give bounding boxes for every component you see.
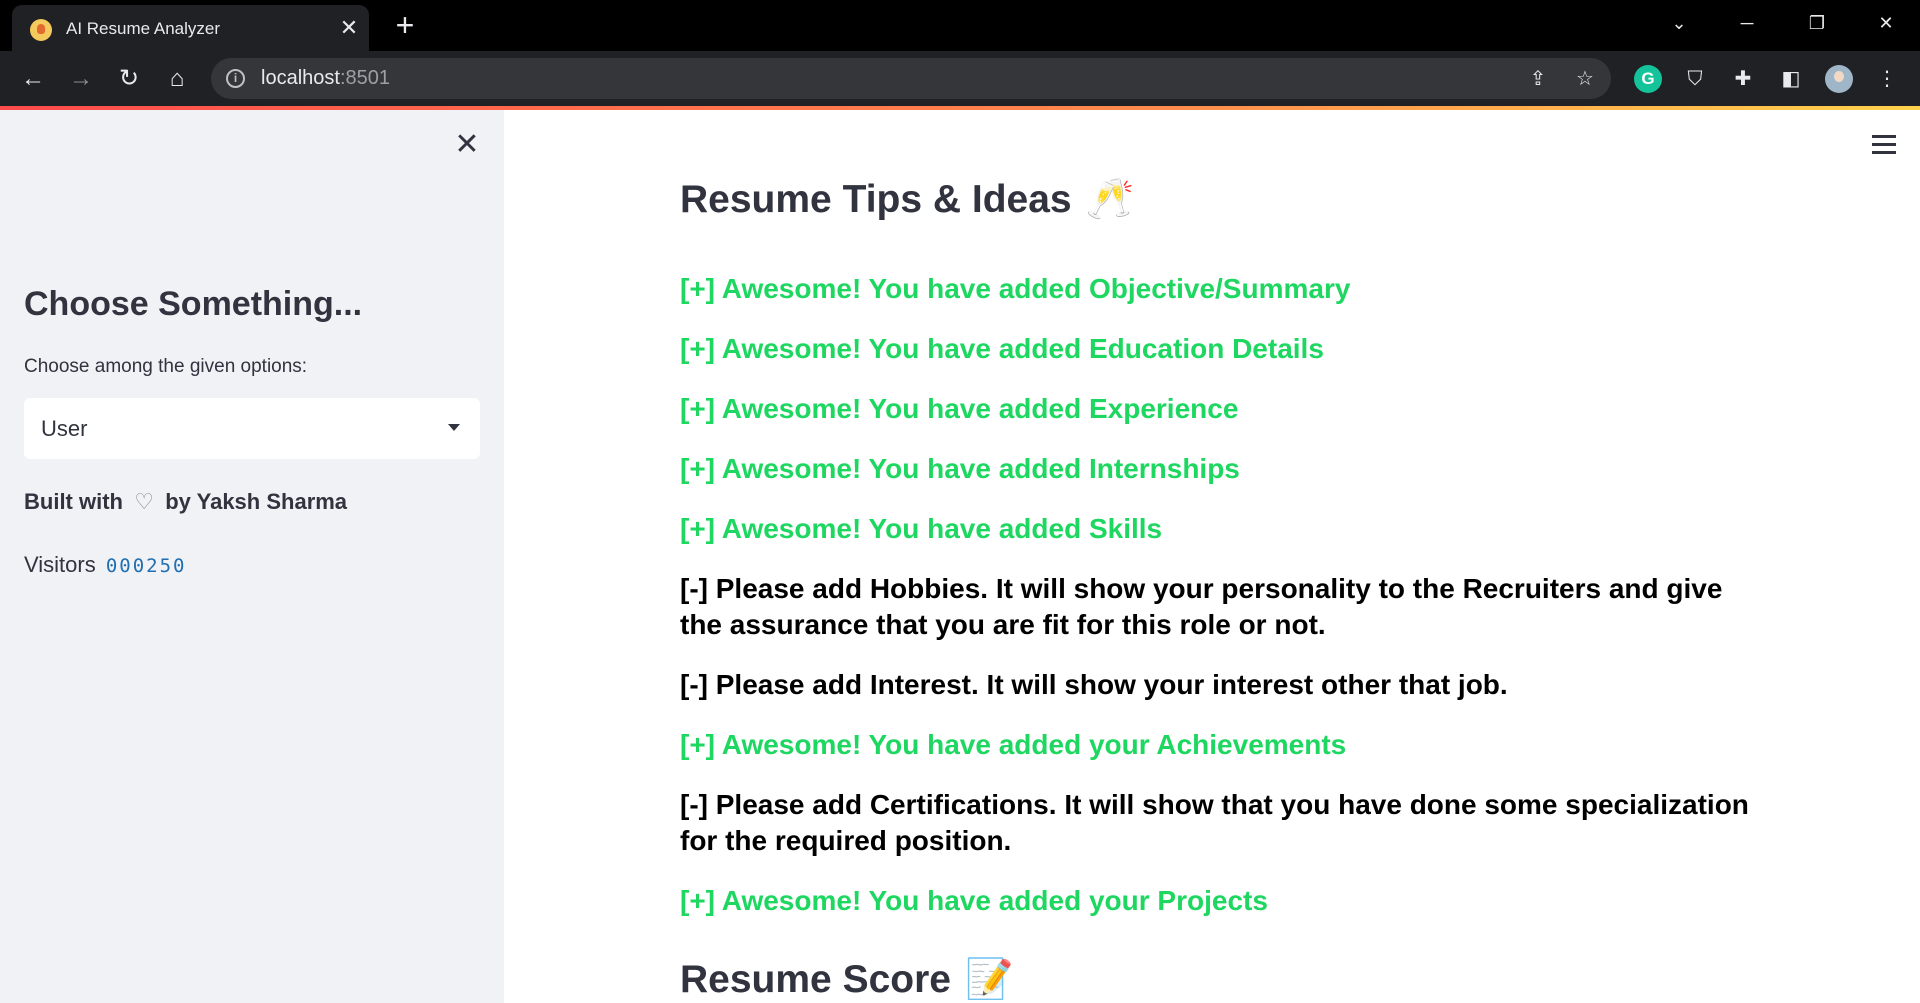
tip-item: [+] Awesome! You have added Experience — [680, 393, 1239, 424]
chevron-down-icon[interactable] — [448, 424, 460, 431]
tab-title: AI Resume Analyzer — [66, 19, 221, 38]
hamburger-menu-icon[interactable] — [1872, 135, 1896, 155]
kebab-menu-icon[interactable]: ⋮ — [1873, 65, 1901, 93]
close-tab-icon[interactable]: ✕ — [337, 16, 361, 40]
tip-item: [-] Please add Certifications. It will s… — [680, 789, 1749, 856]
champagne-icon: 🥂 — [1085, 178, 1135, 221]
close-sidebar-icon[interactable]: ✕ — [452, 130, 482, 160]
profile-avatar[interactable] — [1825, 65, 1853, 93]
tab-search-icon[interactable]: ⌄ — [1659, 8, 1699, 38]
visitor-counter: Visitors 000250 — [24, 552, 187, 578]
grammarly-extension-icon[interactable]: G — [1634, 65, 1662, 93]
restore-icon[interactable]: ❐ — [1797, 8, 1837, 38]
visitors-label: Visitors — [24, 552, 96, 577]
back-icon[interactable]: ← — [16, 62, 50, 96]
forward-icon[interactable]: → — [64, 62, 98, 96]
side-panel-icon[interactable]: ◧ — [1777, 65, 1805, 93]
tip-item: [+] Awesome! You have added your Project… — [680, 885, 1268, 916]
sidebar-heading: Choose Something... — [24, 285, 363, 323]
new-tab-icon[interactable]: + — [390, 9, 420, 41]
tip-item: [-] Please add Interest. It will show yo… — [680, 669, 1508, 700]
built-with-credit: Built with ♡ by Yaksh Sharma — [24, 489, 347, 515]
minimize-icon[interactable]: ─ — [1727, 8, 1767, 38]
built-with-author: by Yaksh Sharma — [165, 489, 348, 514]
sidebar: ✕ Choose Something... Choose among the g… — [0, 110, 504, 1003]
tip-item: [-] Please add Hobbies. It will show you… — [680, 573, 1723, 640]
url-text[interactable]: localhost:8501 — [261, 67, 390, 90]
address-bar[interactable]: i localhost:8501 ⇪ ☆ — [211, 58, 1611, 99]
share-icon[interactable]: ⇪ — [1525, 66, 1551, 92]
heart-icon: ♡ — [134, 489, 154, 514]
tip-item: [+] Awesome! You have added your Achieve… — [680, 729, 1347, 760]
tip-item: [+] Awesome! You have added Objective/Su… — [680, 273, 1351, 304]
browser-tab-bar: AI Resume Analyzer ✕ + ⌄ ─ ❐ ✕ — [0, 0, 1920, 51]
tip-item: [+] Awesome! You have added Internships — [680, 453, 1240, 484]
extensions-puzzle-icon[interactable]: ✚ — [1729, 65, 1757, 93]
browser-tab[interactable]: AI Resume Analyzer ✕ — [12, 5, 369, 51]
site-info-icon[interactable]: i — [226, 69, 245, 88]
home-icon[interactable]: ⌂ — [160, 62, 194, 96]
memo-icon: 📝 — [964, 958, 1014, 1001]
tip-item: [+] Awesome! You have added Education De… — [680, 333, 1324, 364]
browser-toolbar: ← → ↻ ⌂ i localhost:8501 ⇪ ☆ G ⛉ ✚ ◧ ⋮ — [0, 51, 1920, 106]
select-label: Choose among the given options: — [24, 356, 308, 377]
bookmark-star-icon[interactable]: ☆ — [1572, 66, 1598, 92]
built-with-prefix: Built with — [24, 489, 123, 514]
tip-item: [+] Awesome! You have added Skills — [680, 513, 1163, 544]
score-title: Resume Score 📝 — [680, 958, 1014, 1001]
user-type-select[interactable]: User — [24, 398, 480, 459]
app-favicon-icon — [30, 19, 52, 41]
visitors-count: 000250 — [105, 555, 187, 577]
close-window-icon[interactable]: ✕ — [1866, 8, 1906, 38]
tips-title: Resume Tips & Ideas 🥂 — [680, 178, 1135, 221]
shield-extension-icon[interactable]: ⛉ — [1681, 65, 1709, 93]
reload-icon[interactable]: ↻ — [112, 62, 146, 96]
select-value: User — [41, 416, 88, 441]
